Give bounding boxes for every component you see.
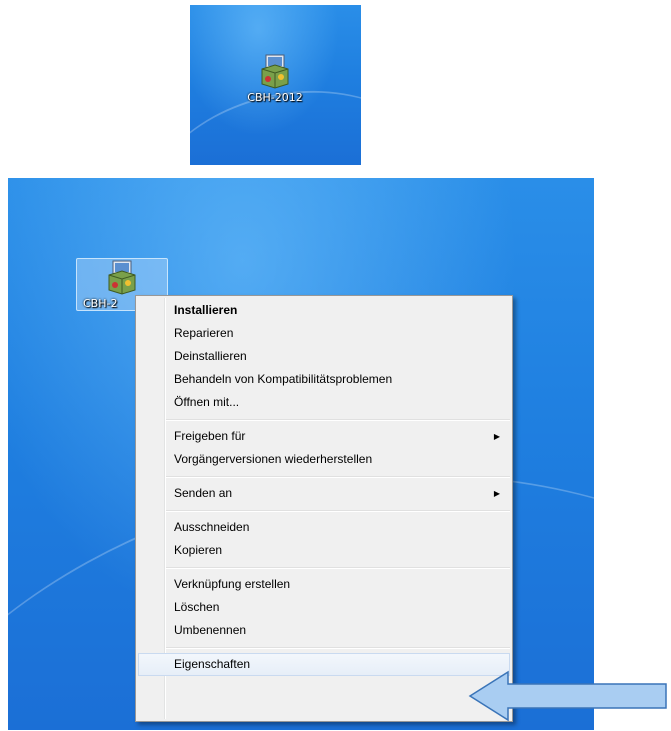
desktop-icon-label: CBH-2012	[247, 91, 303, 104]
menu-separator	[166, 510, 510, 512]
menu-item-deinstallieren[interactable]: Deinstallieren	[136, 345, 512, 368]
menu-separator	[166, 647, 510, 649]
context-menu: Installieren Reparieren Deinstallieren Beha…	[135, 295, 513, 722]
menu-item-eigenschaften[interactable]: Eigenschaften	[138, 653, 510, 676]
menu-item-offnen-mit[interactable]: Öffnen mit...	[136, 391, 512, 414]
installer-package-icon	[261, 54, 289, 89]
desktop-thumbnail: CBH-2012	[190, 5, 361, 165]
menu-separator	[166, 476, 510, 478]
menu-separator	[166, 419, 510, 421]
desktop: CBH-2 Installieren Reparieren Deinstallier…	[8, 178, 594, 730]
desktop-icon[interactable]: CBH-2012	[240, 53, 310, 104]
menu-item-senden-an[interactable]: Senden an ▶	[136, 482, 512, 505]
menu-item-ausschneiden[interactable]: Ausschneiden	[136, 516, 512, 539]
installer-package-icon	[108, 260, 136, 295]
menu-item-loschen[interactable]: Löschen	[136, 596, 512, 619]
menu-item-vorgangerversionen-wiederherstellen[interactable]: Vorgängerversionen wiederherstellen	[136, 448, 512, 471]
menu-item-freigeben-fur[interactable]: Freigeben für ▶	[136, 425, 512, 448]
left-arrow-callout-icon	[468, 670, 667, 722]
menu-item-verknupfung-erstellen[interactable]: Verknüpfung erstellen	[136, 573, 512, 596]
menu-item-umbenennen[interactable]: Umbenennen	[136, 619, 512, 642]
submenu-arrow-icon: ▶	[493, 489, 500, 498]
menu-item-reparieren[interactable]: Reparieren	[136, 322, 512, 345]
menu-item-installieren[interactable]: Installieren	[136, 299, 512, 322]
menu-item-kopieren[interactable]: Kopieren	[136, 539, 512, 562]
submenu-arrow-icon: ▶	[493, 432, 500, 441]
menu-separator	[166, 567, 510, 569]
menu-item-behandeln-von-kompatibilitatsproblemen[interactable]: Behandeln von Kompatibilitätsproblemen	[136, 368, 512, 391]
